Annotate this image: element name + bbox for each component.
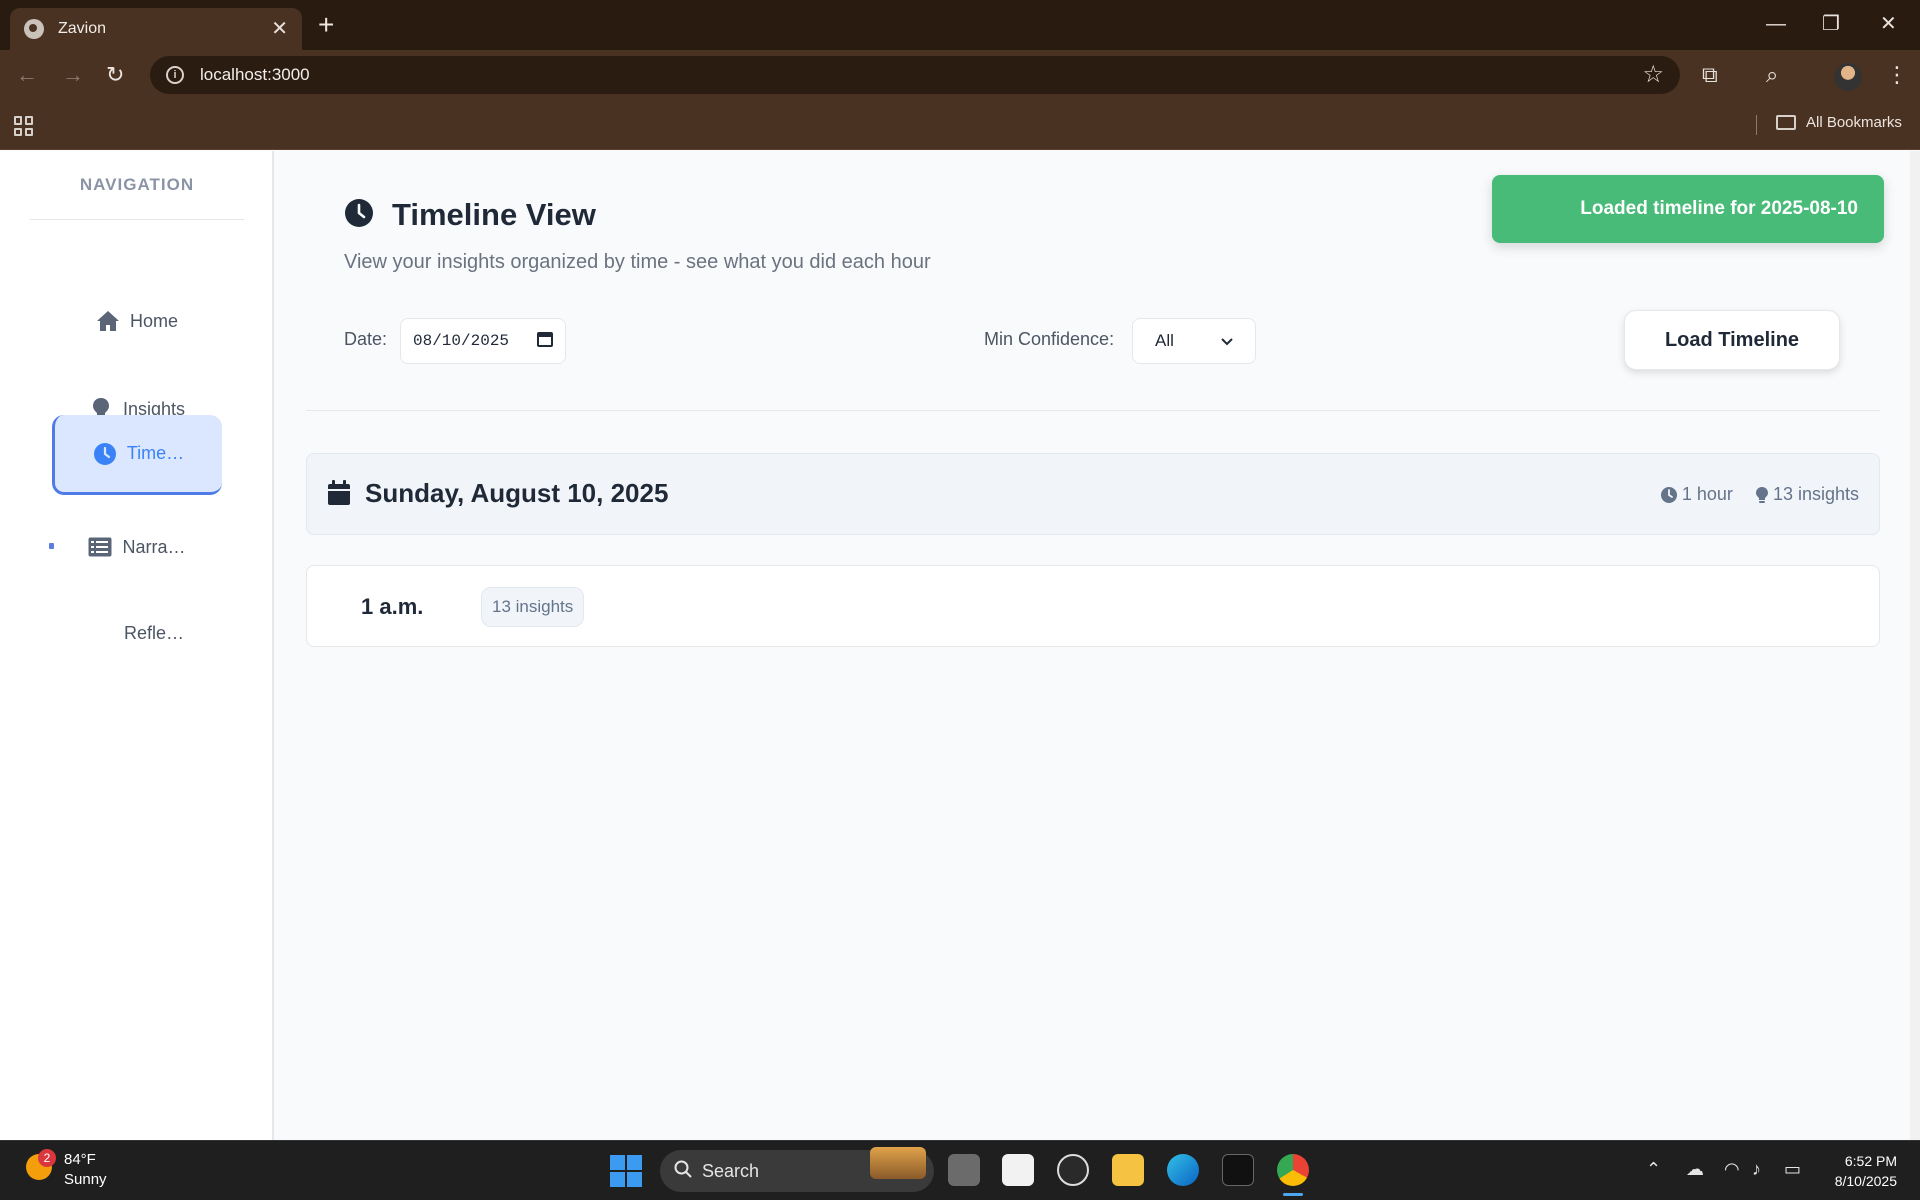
app-page: NAVIGATION Home Insights Time… Narra… Re… <box>0 151 1920 1140</box>
sidebar: NAVIGATION Home Insights Time… Narra… Re… <box>0 151 274 1140</box>
hour-label: 1 a.m. <box>361 594 424 619</box>
weather-badge: 2 <box>38 1149 56 1167</box>
weather-condition[interactable]: Sunny <box>64 1171 107 1188</box>
success-toast: Loaded timeline for 2025-08-10 <box>1492 175 1884 243</box>
sidebar-item-label: Home <box>129 310 178 331</box>
back-arrow-icon[interactable]: ← <box>16 62 38 88</box>
active-app-indicator <box>1283 1193 1303 1196</box>
reload-icon[interactable]: ↻ <box>106 62 124 88</box>
nav-heading: NAVIGATION <box>79 175 195 194</box>
search-highlight-image <box>870 1147 926 1179</box>
chevron-up-icon[interactable]: ⌃ <box>1646 1159 1661 1180</box>
confidence-value: All <box>1155 331 1174 350</box>
dell-icon[interactable] <box>1057 1154 1089 1186</box>
new-tab-button[interactable]: + <box>318 10 334 40</box>
sidebar-item-narratives[interactable]: Narra… <box>52 507 222 587</box>
calendar-picker-icon[interactable] <box>537 331 553 352</box>
site-info-icon[interactable]: i <box>166 66 184 84</box>
list-icon <box>88 535 112 559</box>
sidebar-item-label: Time… <box>126 443 185 463</box>
confidence-select[interactable]: All <box>1132 318 1256 364</box>
tab-search-icon[interactable]: ⌕ <box>1766 61 1778 89</box>
confidence-label: Min Confidence: <box>984 329 1115 349</box>
globe-icon <box>24 19 44 39</box>
sidebar-item-label: Refle… <box>123 622 185 643</box>
task-view-icon[interactable] <box>948 1154 980 1186</box>
date-label: Date: <box>344 329 388 349</box>
minimize-button[interactable]: — <box>1766 10 1786 38</box>
chrome-icon[interactable] <box>1277 1154 1309 1186</box>
search-label: Search <box>702 1160 760 1181</box>
volume-icon[interactable]: ♪ <box>1752 1159 1761 1180</box>
weather-temperature[interactable]: 84°F <box>64 1151 96 1168</box>
battery-icon[interactable]: ▭ <box>1784 1159 1801 1180</box>
search-icon <box>674 1160 692 1183</box>
day-stats: 1 hour 13 insights <box>1638 484 1859 505</box>
sidebar-item-label: Narra… <box>122 536 186 557</box>
day-title: Sunday, August 10, 2025 <box>365 478 669 508</box>
close-window-button[interactable]: ✕ <box>1880 10 1897 38</box>
bookmark-star-icon[interactable]: ☆ <box>1642 61 1664 89</box>
all-bookmarks-button[interactable]: All Bookmarks <box>1776 114 1902 131</box>
browser-tab[interactable]: Zavion ✕ <box>10 8 302 50</box>
hours-stat: 1 hour <box>1660 484 1733 505</box>
title-row: Timeline View <box>344 197 596 233</box>
folder-icon <box>1776 115 1796 130</box>
insights-count-badge: 13 insights <box>481 587 585 627</box>
extensions-icon[interactable]: ⧉ <box>1702 61 1718 89</box>
windows-start-icon[interactable] <box>610 1155 642 1187</box>
taskbar: 2 84°F Sunny Search ⌃ ☁ ◠ ♪ ▭ 6:52 PM 8/… <box>0 1140 1920 1200</box>
insights-stat-text: 13 insights <box>1772 484 1859 504</box>
url-text: localhost:3000 <box>200 65 310 84</box>
system-clock[interactable]: 6:52 PM 8/10/2025 <box>1835 1151 1897 1191</box>
menu-kebab-icon[interactable]: ⋮ <box>1886 61 1908 89</box>
bookmarks-separator <box>1756 115 1757 135</box>
tab-title: Zavion <box>58 20 107 37</box>
clock-icon <box>1660 486 1677 503</box>
browser-toolbar: ← → ↻ i localhost:3000 ☆ ⧉ ⌕ ⋮ <box>0 50 1920 100</box>
profile-avatar[interactable] <box>1834 63 1862 91</box>
date-input[interactable]: 08/10/2025 <box>400 318 566 364</box>
day-header: Sunday, August 10, 2025 1 hour 13 insigh… <box>306 453 1880 535</box>
home-icon <box>96 309 120 333</box>
close-tab-icon[interactable]: ✕ <box>271 19 288 39</box>
browser-tab-strip: Zavion ✕ + — ❐ ✕ <box>0 0 1920 50</box>
page-scrollbar[interactable] <box>1910 151 1920 1140</box>
file-explorer-icon[interactable] <box>1112 1154 1144 1186</box>
hour-row[interactable]: 1 a.m. 13 insights <box>306 565 1880 647</box>
bookmarks-bar: All Bookmarks <box>0 100 1920 150</box>
edge-browser-icon[interactable] <box>1167 1154 1199 1186</box>
sidebar-item-home[interactable]: Home <box>52 281 222 361</box>
insights-stat: 13 insights <box>1755 484 1859 505</box>
lightbulb-icon <box>1755 486 1768 503</box>
sidebar-item-timeline[interactable]: Time… <box>52 415 222 495</box>
nav-divider <box>30 219 244 220</box>
clock-icon <box>344 198 374 233</box>
clock-icon <box>93 442 117 466</box>
page-title: Timeline View <box>392 197 596 232</box>
load-timeline-button[interactable]: Load Timeline <box>1624 310 1840 370</box>
apps-grid-icon[interactable] <box>14 116 34 136</box>
clock-date: 8/10/2025 <box>1834 1173 1897 1189</box>
sidebar-item-reflections[interactable]: Refle… <box>52 593 222 673</box>
forward-arrow-icon[interactable]: → <box>62 62 84 88</box>
hours-stat-text: 1 hour <box>1681 484 1733 504</box>
microsoft-store-icon[interactable] <box>1002 1154 1034 1186</box>
chevron-down-icon <box>1221 333 1233 349</box>
app-icon[interactable] <box>1222 1154 1254 1186</box>
address-bar[interactable]: i localhost:3000 ☆ <box>150 56 1680 94</box>
clock-time: 6:52 PM <box>1844 1153 1897 1169</box>
onedrive-icon[interactable]: ☁ <box>1686 1159 1704 1180</box>
restore-button[interactable]: ❐ <box>1822 10 1840 38</box>
page-subtitle: View your insights organized by time - s… <box>344 251 931 273</box>
date-value: 08/10/2025 <box>413 332 510 350</box>
all-bookmarks-label: All Bookmarks <box>1806 114 1902 131</box>
wifi-icon[interactable]: ◠ <box>1724 1159 1740 1180</box>
calendar-icon <box>327 480 351 511</box>
